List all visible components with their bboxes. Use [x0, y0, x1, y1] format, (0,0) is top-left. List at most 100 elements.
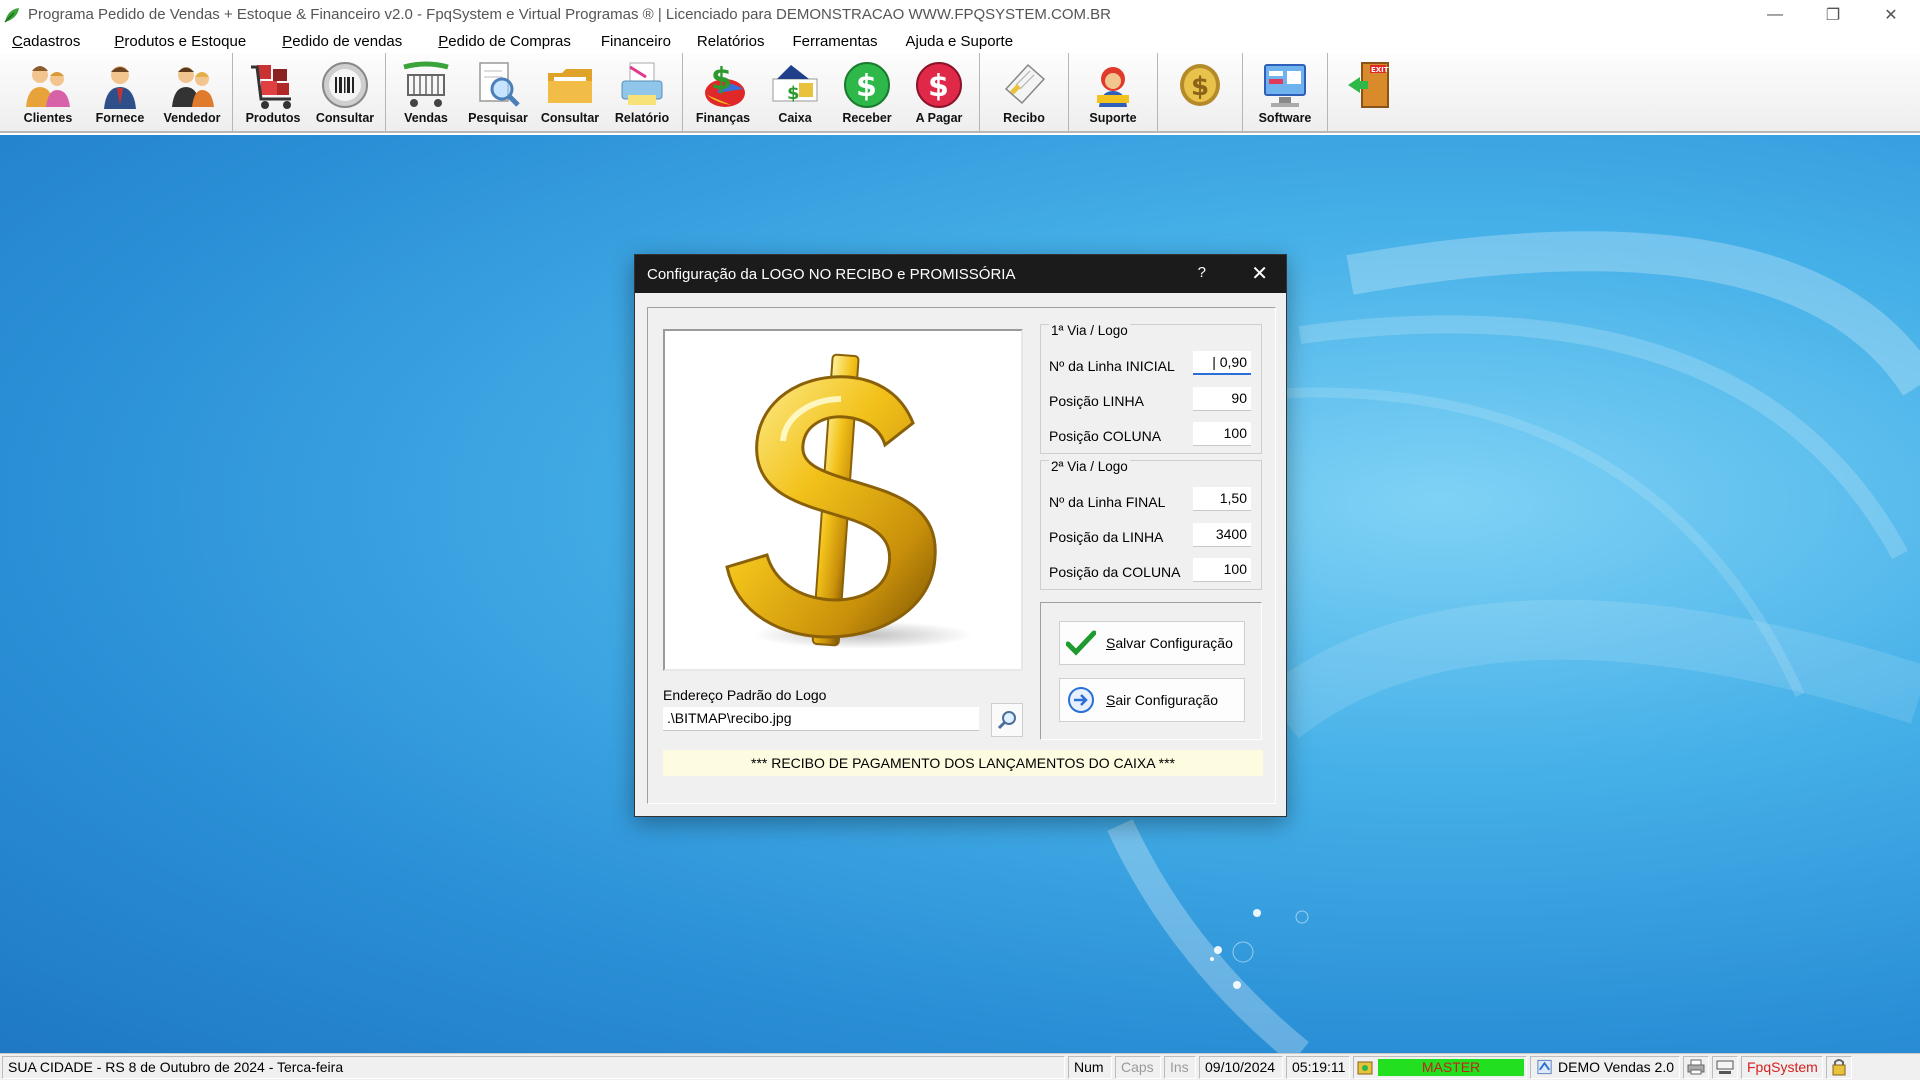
gold-dollar-logo: [725, 353, 973, 649]
salesperson-icon: [172, 67, 214, 107]
report-printer-icon: [621, 62, 663, 105]
barcode-icon: [322, 62, 368, 108]
toolbar-apagar-button[interactable]: $ A Pagar: [903, 53, 975, 131]
status-brand: FpqSystem: [1741, 1055, 1823, 1079]
receipt-banner: *** RECIBO DE PAGAMENTO DOS LANÇAMENTOS …: [663, 750, 1263, 776]
toolbar-relatorio-button[interactable]: Relatório: [606, 53, 678, 131]
dialog-title: Configuração da LOGO NO RECIBO e PROMISS…: [647, 265, 1016, 283]
second-line-position-input[interactable]: 3400: [1193, 523, 1251, 547]
support-agent-icon: [1097, 67, 1129, 107]
toolbar-recibo-button[interactable]: Recibo: [984, 53, 1064, 131]
menu-relatorios[interactable]: Relatórios: [689, 31, 773, 52]
toolbar-software-button[interactable]: Software: [1247, 53, 1323, 131]
save-config-button[interactable]: Salvar Configuração: [1059, 621, 1245, 665]
gold-coin-icon: $: [1180, 64, 1220, 106]
toolbar-suporte-button[interactable]: Suporte: [1073, 53, 1153, 131]
second-column-position-input[interactable]: 100: [1193, 558, 1251, 582]
toolbar-produtos-button[interactable]: Produtos: [237, 53, 309, 131]
printer-icon: [1687, 1059, 1705, 1075]
first-copy-label: 1ª Via / Logo: [1049, 323, 1130, 338]
status-keyboard-button[interactable]: [1712, 1055, 1738, 1079]
browse-logo-button[interactable]: [991, 703, 1023, 737]
status-printer-button[interactable]: [1683, 1055, 1709, 1079]
exit-door-icon: EXIT: [1348, 62, 1389, 108]
menu-financeiro[interactable]: Financeiro: [593, 31, 679, 52]
toolbar-fornece-button[interactable]: Fornece: [84, 53, 156, 131]
menu-pedido-vendas[interactable]: Pedido de vendas: [274, 31, 410, 52]
status-caps: Caps: [1115, 1055, 1161, 1079]
toolbar-consultar-button[interactable]: Consultar: [309, 53, 381, 131]
restore-button[interactable]: ❐: [1804, 0, 1862, 29]
lock-key-icon: [1832, 1059, 1846, 1076]
menu-ajuda-suporte[interactable]: Ajuda e Suporte: [897, 31, 1021, 52]
toolbar-exit-button[interactable]: EXIT: [1332, 53, 1408, 131]
second-copy-group: 2ª Via / Logo Nº da Linha FINAL 1,50 Pos…: [1040, 459, 1262, 590]
logo-path-label: Endereço Padrão do Logo: [663, 687, 827, 703]
initial-line-input[interactable]: | 0,90: [1193, 351, 1251, 375]
status-bar: SUA CIDADE - RS 8 de Outubro de 2024 - T…: [0, 1053, 1920, 1080]
toolbar-pesquisar-button[interactable]: Pesquisar: [462, 53, 534, 131]
arrow-right-circle-icon: [1068, 687, 1094, 713]
toolbar-receber-button[interactable]: $ Receber: [831, 53, 903, 131]
toolbar-coin-button[interactable]: $: [1162, 53, 1238, 131]
help-button[interactable]: ?: [1198, 264, 1206, 281]
magnifier-icon: [997, 711, 1016, 730]
toolbar-vendedor-button[interactable]: Vendedor: [156, 53, 228, 131]
final-line-input[interactable]: 1,50: [1193, 487, 1251, 511]
second-line-position-label: Posição da LINHA: [1049, 529, 1164, 545]
svg-text:$: $: [928, 69, 949, 104]
pay-money-icon: $: [916, 62, 962, 108]
toolbar-financas-button[interactable]: $ Finanças: [687, 53, 759, 131]
status-date: 09/10/2024: [1199, 1055, 1283, 1079]
products-cart-icon: [251, 65, 291, 109]
svg-text:$: $: [1191, 72, 1209, 102]
exit-config-button[interactable]: Sair Configuração: [1059, 678, 1245, 722]
menu-produtos-estoque[interactable]: Produtos e Estoque: [106, 31, 254, 52]
column-position-label: Posição COLUNA: [1049, 428, 1162, 444]
dialog-title-bar: Configuração da LOGO NO RECIBO e PROMISS…: [635, 255, 1286, 293]
close-icon: ✕: [1251, 263, 1268, 285]
sales-cart-icon: [403, 61, 449, 107]
status-num: Num: [1068, 1055, 1112, 1079]
title-bar: Programa Pedido de Vendas + Estoque & Fi…: [0, 0, 1920, 29]
minimize-icon: —: [1767, 5, 1783, 23]
receipt-icon: [1004, 63, 1046, 105]
restore-icon: ❐: [1825, 6, 1841, 24]
keyboard-icon: [1716, 1060, 1734, 1074]
status-user: MASTER: [1378, 1058, 1524, 1076]
first-copy-group: 1ª Via / Logo Nº da Linha INICIAL | 0,90…: [1040, 323, 1262, 454]
close-icon: ✕: [1884, 6, 1898, 24]
menu-pedido-compras[interactable]: Pedido de Compras: [430, 31, 579, 52]
cash-register-icon: $: [772, 65, 818, 104]
main-toolbar: Clientes Fornece Vendedor Produtos Consu…: [0, 53, 1920, 133]
menu-bar: Cadastros Produtos e Estoque Pedido de v…: [0, 29, 1920, 53]
folder-icon: [548, 69, 592, 103]
close-window-button[interactable]: ✕: [1862, 0, 1920, 29]
status-location-date: SUA CIDADE - RS 8 de Outubro de 2024 - T…: [2, 1055, 1065, 1079]
toolbar-vendas-button[interactable]: Vendas: [390, 53, 462, 131]
status-version-panel: DEMO Vendas 2.0: [1530, 1055, 1680, 1079]
finance-dollar-icon: $: [705, 62, 745, 107]
logo-path-input[interactable]: .\BITMAP\recibo.jpg: [663, 707, 979, 731]
app-leaf-icon: [4, 7, 19, 23]
menu-cadastros[interactable]: Cadastros: [4, 31, 88, 52]
menu-ferramentas[interactable]: Ferramentas: [784, 31, 885, 52]
search-document-icon: [479, 62, 520, 107]
toolbar-clientes-button[interactable]: Clientes: [12, 53, 84, 131]
software-monitor-icon: [1264, 64, 1306, 107]
customers-icon: [26, 66, 70, 107]
close-dialog-button[interactable]: ✕: [1251, 261, 1268, 286]
logo-preview: [663, 329, 1023, 671]
second-column-position-label: Posição da COLUNA: [1049, 564, 1181, 580]
action-buttons-box: Salvar Configuração Sair Configuração: [1040, 602, 1262, 740]
checkmark-icon: [1066, 630, 1096, 656]
line-position-input[interactable]: 90: [1193, 387, 1251, 411]
column-position-input[interactable]: 100: [1193, 422, 1251, 446]
minimize-button[interactable]: —: [1746, 0, 1804, 29]
status-key-button[interactable]: [1826, 1055, 1852, 1079]
toolbar-consultar2-button[interactable]: Consultar: [534, 53, 606, 131]
status-time: 05:19:11: [1286, 1055, 1350, 1079]
toolbar-caixa-button[interactable]: $ Caixa: [759, 53, 831, 131]
svg-text:$: $: [787, 83, 800, 104]
status-user-panel: MASTER: [1353, 1055, 1527, 1079]
